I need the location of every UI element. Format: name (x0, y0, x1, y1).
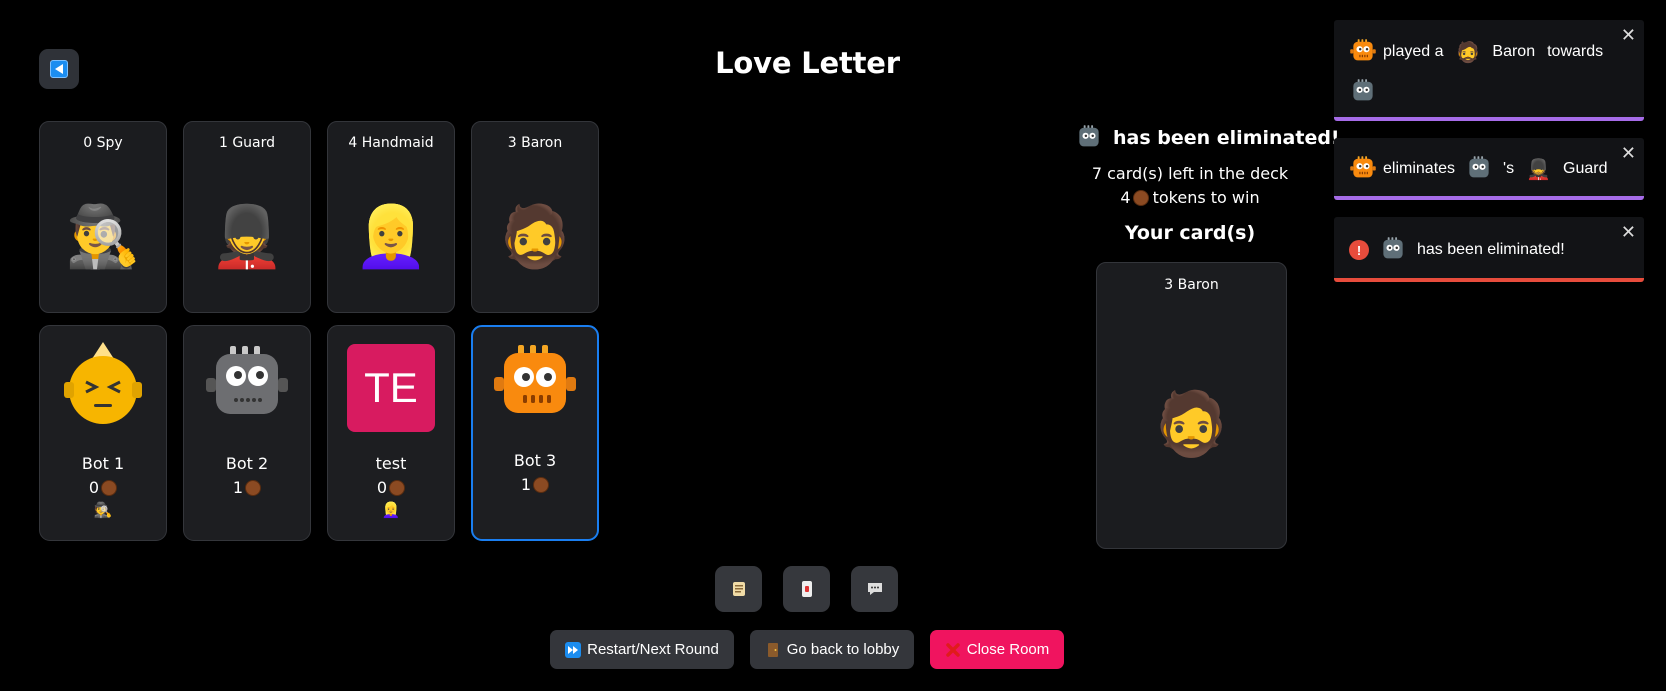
chat-button[interactable] (851, 566, 898, 612)
toast-card-name: Baron (1492, 43, 1536, 60)
toast-notification: ✕ eliminates 's 💂 Guard (1334, 138, 1644, 200)
token-count: 1 (232, 478, 244, 497)
bot-3-avatar-small (1349, 38, 1377, 66)
bot-2-avatar-small (1075, 124, 1103, 152)
test-avatar: TE (347, 344, 435, 432)
player-name: Bot 2 (225, 454, 269, 473)
card-label: 0 Spy (83, 135, 123, 151)
bot-2-avatar-small (1349, 78, 1377, 106)
card-label: 1 Guard (218, 135, 276, 151)
door-icon (767, 642, 778, 657)
last-played-card-icon: 👱‍♀️ (381, 501, 401, 519)
played-card-guard: 1 Guard 💂 (183, 121, 311, 313)
rules-button[interactable] (715, 566, 762, 612)
error-icon: ! (1349, 240, 1369, 260)
token-icon (1132, 190, 1149, 206)
deck-info: 7 card(s) left in the deck 4 tokens to wi… (1080, 162, 1300, 210)
back-button[interactable] (39, 49, 79, 89)
close-icon[interactable]: ✕ (1621, 223, 1636, 241)
toast-notification: ✕ played a 🧔 Baron towards (1334, 20, 1644, 121)
token-icon (245, 480, 262, 496)
player-card-bot-1[interactable]: Bot 1 0 🕵️ (39, 325, 167, 541)
toast-text: played a (1383, 43, 1444, 60)
toast-card-name: Guard (1563, 160, 1608, 177)
close-room-button[interactable]: Close Room (930, 630, 1064, 669)
guard-icon: 💂 (1526, 158, 1551, 181)
last-played-card-icon: 🕵️ (93, 501, 113, 519)
token-count: 0 (88, 478, 100, 497)
player-tokens: 1 (184, 478, 310, 497)
player-name: Bot 3 (513, 451, 557, 470)
player-name: test (375, 454, 407, 473)
played-card-spy: 0 Spy 🕵️‍♂️ (39, 121, 167, 313)
go-back-to-lobby-button[interactable]: Go back to lobby (750, 630, 914, 669)
cards-left-text: 7 card(s) left in the deck (1091, 164, 1289, 183)
player-tokens: 1 (473, 475, 597, 494)
close-icon[interactable]: ✕ (1621, 26, 1636, 44)
card-icon (801, 581, 812, 597)
tokens-to-win: 4 tokens to win (1120, 188, 1260, 207)
spy-icon: 🕵️‍♂️ (65, 202, 141, 272)
chat-icon (867, 583, 882, 595)
bot-1-avatar (58, 342, 148, 432)
token-icon (533, 477, 550, 493)
player-name: Bot 1 (81, 454, 125, 473)
handmaid-icon: 👱‍♀️ (353, 202, 429, 272)
close-room-label: Close Room (966, 641, 1050, 658)
bot-3-avatar-small (1349, 155, 1377, 183)
guard-icon: 💂 (209, 202, 285, 272)
bot-2-avatar (202, 342, 292, 432)
played-card-handmaid: 4 Handmaid 👱‍♀️ (327, 121, 455, 313)
token-icon (101, 480, 118, 496)
card-label: 3 Baron (1164, 277, 1219, 293)
player-card-test[interactable]: TE test 0 👱‍♀️ (327, 325, 455, 541)
toast-text: eliminates (1383, 160, 1456, 177)
toast-text: towards (1547, 43, 1604, 60)
cards-reference-button[interactable] (783, 566, 830, 612)
close-icon[interactable]: ✕ (1621, 144, 1636, 162)
toast-progress-bar (1334, 278, 1644, 282)
eliminated-text: has been eliminated! (1113, 127, 1340, 149)
back-arrow-icon (50, 60, 68, 78)
token-count: 0 (376, 478, 388, 497)
restart-next-round-button[interactable]: Restart/Next Round (550, 630, 734, 669)
toast-text: has been eliminated! (1417, 241, 1565, 258)
player-tokens: 0 (328, 478, 454, 497)
elimination-status: has been eliminated! (1075, 124, 1340, 152)
played-card-baron: 3 Baron 🧔 (471, 121, 599, 313)
bot-2-avatar-small (1379, 236, 1407, 264)
baron-icon: 🧔 (1455, 41, 1481, 64)
baron-icon: 🧔 (1152, 387, 1231, 460)
token-count: 1 (520, 475, 532, 494)
bot-2-avatar-small (1465, 155, 1493, 183)
player-tokens: 0 (40, 478, 166, 497)
toast-progress-bar (1334, 117, 1644, 121)
toast-progress-bar (1334, 196, 1644, 200)
player-card-bot-3[interactable]: Bot 3 1 (471, 325, 599, 541)
page-title: Love Letter (715, 46, 900, 80)
your-cards-heading: Your card(s) (1124, 222, 1256, 244)
toast-text: 's (1503, 160, 1515, 177)
token-icon (389, 480, 406, 496)
baron-icon: 🧔 (497, 202, 573, 272)
player-card-bot-2[interactable]: Bot 2 1 (183, 325, 311, 541)
restart-label: Restart/Next Round (587, 641, 719, 658)
toast-notification: ✕ ! has been eliminated! (1334, 217, 1644, 282)
cross-icon (945, 642, 960, 657)
fast-forward-icon (565, 641, 582, 658)
card-label: 4 Handmaid (348, 135, 434, 151)
your-card-baron[interactable]: 3 Baron 🧔 (1096, 262, 1287, 549)
scroll-icon (732, 582, 745, 596)
bot-3-avatar (490, 341, 580, 431)
lobby-label: Go back to lobby (786, 641, 900, 658)
card-label: 3 Baron (507, 135, 563, 151)
